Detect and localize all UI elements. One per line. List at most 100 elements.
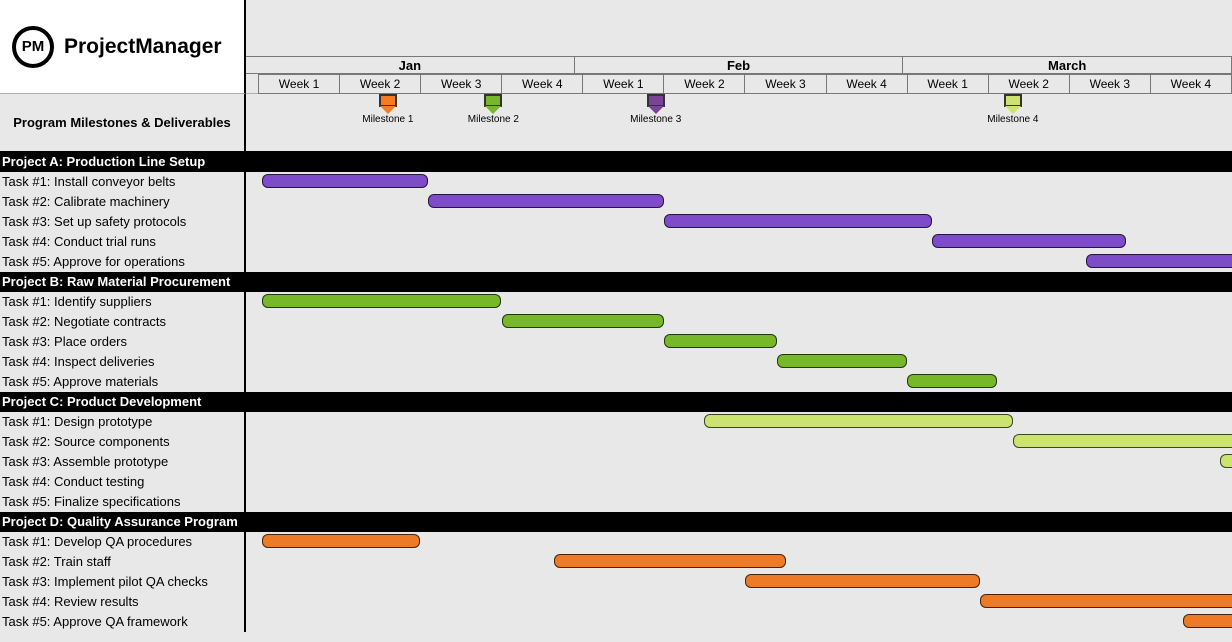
week-cell: Week 1: [582, 74, 663, 94]
project-header: Project C: Product Development: [0, 392, 244, 412]
gantt-bar[interactable]: [907, 374, 996, 388]
task-row: [246, 352, 1232, 372]
tasks-column: Program Milestones & Deliverables Projec…: [0, 94, 246, 632]
gantt-bar[interactable]: [428, 194, 663, 208]
task-label: Task #1: Design prototype: [0, 412, 244, 432]
task-row: [246, 212, 1232, 232]
milestone-icon: [484, 94, 502, 108]
gantt-bar[interactable]: [1086, 254, 1232, 268]
task-row: [246, 532, 1232, 552]
project-header: Project D: Quality Assurance Program: [0, 512, 244, 532]
task-row: [246, 372, 1232, 392]
gantt-bar[interactable]: [554, 554, 785, 568]
task-row: [246, 432, 1232, 452]
task-row: [246, 332, 1232, 352]
task-label: Task #4: Conduct testing: [0, 472, 244, 492]
week-cell: Week 2: [663, 74, 744, 94]
milestone-label: Milestone 3: [628, 114, 683, 126]
month-cell: Feb: [575, 57, 904, 73]
task-label: Task #3: Place orders: [0, 332, 244, 352]
gantt-bar[interactable]: [262, 534, 420, 548]
month-cell: Jan: [246, 57, 575, 73]
brand-name: ProjectManager: [64, 35, 222, 59]
milestone-icon: [379, 94, 397, 108]
milestone-marker: Milestone 1: [379, 94, 397, 108]
week-cell: Week 4: [1150, 74, 1232, 94]
months-row: JanFebMarch: [246, 56, 1232, 74]
gantt-container: PM ProjectManager JanFebMarch Week 1Week…: [0, 0, 1232, 642]
project-header-spacer: [246, 392, 1232, 412]
gantt-bar[interactable]: [1220, 454, 1232, 468]
task-label: Task #1: Install conveyor belts: [0, 172, 244, 192]
task-label: Task #1: Identify suppliers: [0, 292, 244, 312]
milestone-label: Milestone 2: [466, 114, 521, 126]
gantt-bar[interactable]: [1183, 614, 1232, 628]
task-label: Task #5: Approve for operations: [0, 252, 244, 272]
task-row: [246, 492, 1232, 512]
task-label: Task #3: Implement pilot QA checks: [0, 572, 244, 592]
week-cell: Week 4: [826, 74, 907, 94]
project-header: Project B: Raw Material Procurement: [0, 272, 244, 292]
task-row: [246, 412, 1232, 432]
milestone-marker: Milestone 2: [484, 94, 502, 108]
week-cell: Week 3: [744, 74, 825, 94]
gantt-bar[interactable]: [932, 234, 1127, 248]
milestones-row: Milestone 1 Milestone 2 Milestone 3 Milesto…: [246, 94, 1232, 152]
milestones-label: Program Milestones & Deliverables: [0, 94, 244, 152]
milestone-marker: Milestone 4: [1004, 94, 1022, 108]
weeks-row: Week 1Week 2Week 3Week 4Week 1Week 2Week…: [258, 74, 1232, 94]
gantt-bar[interactable]: [1013, 434, 1232, 448]
task-row: [246, 192, 1232, 212]
week-cell: Week 1: [907, 74, 988, 94]
task-row: [246, 572, 1232, 592]
week-cell: Week 3: [420, 74, 501, 94]
task-label: Task #4: Inspect deliveries: [0, 352, 244, 372]
task-label: Task #3: Assemble prototype: [0, 452, 244, 472]
task-label: Task #1: Develop QA procedures: [0, 532, 244, 552]
gantt-bar[interactable]: [262, 294, 501, 308]
month-cell: March: [903, 57, 1232, 73]
gantt-bar[interactable]: [664, 334, 778, 348]
gantt-bar[interactable]: [502, 314, 664, 328]
milestone-icon: [1004, 94, 1022, 108]
task-label: Task #2: Source components: [0, 432, 244, 452]
task-label: Task #2: Negotiate contracts: [0, 312, 244, 332]
project-header-spacer: [246, 272, 1232, 292]
task-row: [246, 472, 1232, 492]
gantt-bar[interactable]: [745, 574, 980, 588]
project-header: Project A: Production Line Setup: [0, 152, 244, 172]
gantt-bar[interactable]: [980, 594, 1232, 608]
task-label: Task #5: Approve QA framework: [0, 612, 244, 632]
task-label: Task #3: Set up safety protocols: [0, 212, 244, 232]
gantt-bar[interactable]: [664, 214, 932, 228]
week-cell: Week 2: [339, 74, 420, 94]
gantt-bar[interactable]: [262, 174, 428, 188]
task-row: [246, 252, 1232, 272]
milestone-label: Milestone 1: [360, 114, 415, 126]
gantt-bar[interactable]: [704, 414, 1012, 428]
task-row: [246, 232, 1232, 252]
task-row: [246, 312, 1232, 332]
task-label: Task #5: Approve materials: [0, 372, 244, 392]
task-row: [246, 592, 1232, 612]
week-cell: Week 4: [501, 74, 582, 94]
project-header-spacer: [246, 512, 1232, 532]
chart-area: Milestone 1 Milestone 2 Milestone 3 Milesto…: [246, 94, 1232, 632]
project-header-spacer: [246, 152, 1232, 172]
milestone-marker: Milestone 3: [647, 94, 665, 108]
week-cell: Week 3: [1069, 74, 1150, 94]
milestone-label: Milestone 4: [985, 114, 1040, 126]
milestone-icon: [647, 94, 665, 108]
brand-logo: PM ProjectManager: [0, 0, 246, 94]
gantt-bar[interactable]: [777, 354, 907, 368]
task-row: [246, 612, 1232, 632]
week-cell: Week 1: [258, 74, 339, 94]
task-label: Task #4: Review results: [0, 592, 244, 612]
task-label: Task #2: Calibrate machinery: [0, 192, 244, 212]
task-row: [246, 292, 1232, 312]
task-label: Task #5: Finalize specifications: [0, 492, 244, 512]
task-row: [246, 452, 1232, 472]
task-row: [246, 172, 1232, 192]
task-label: Task #2: Train staff: [0, 552, 244, 572]
task-label: Task #4: Conduct trial runs: [0, 232, 244, 252]
